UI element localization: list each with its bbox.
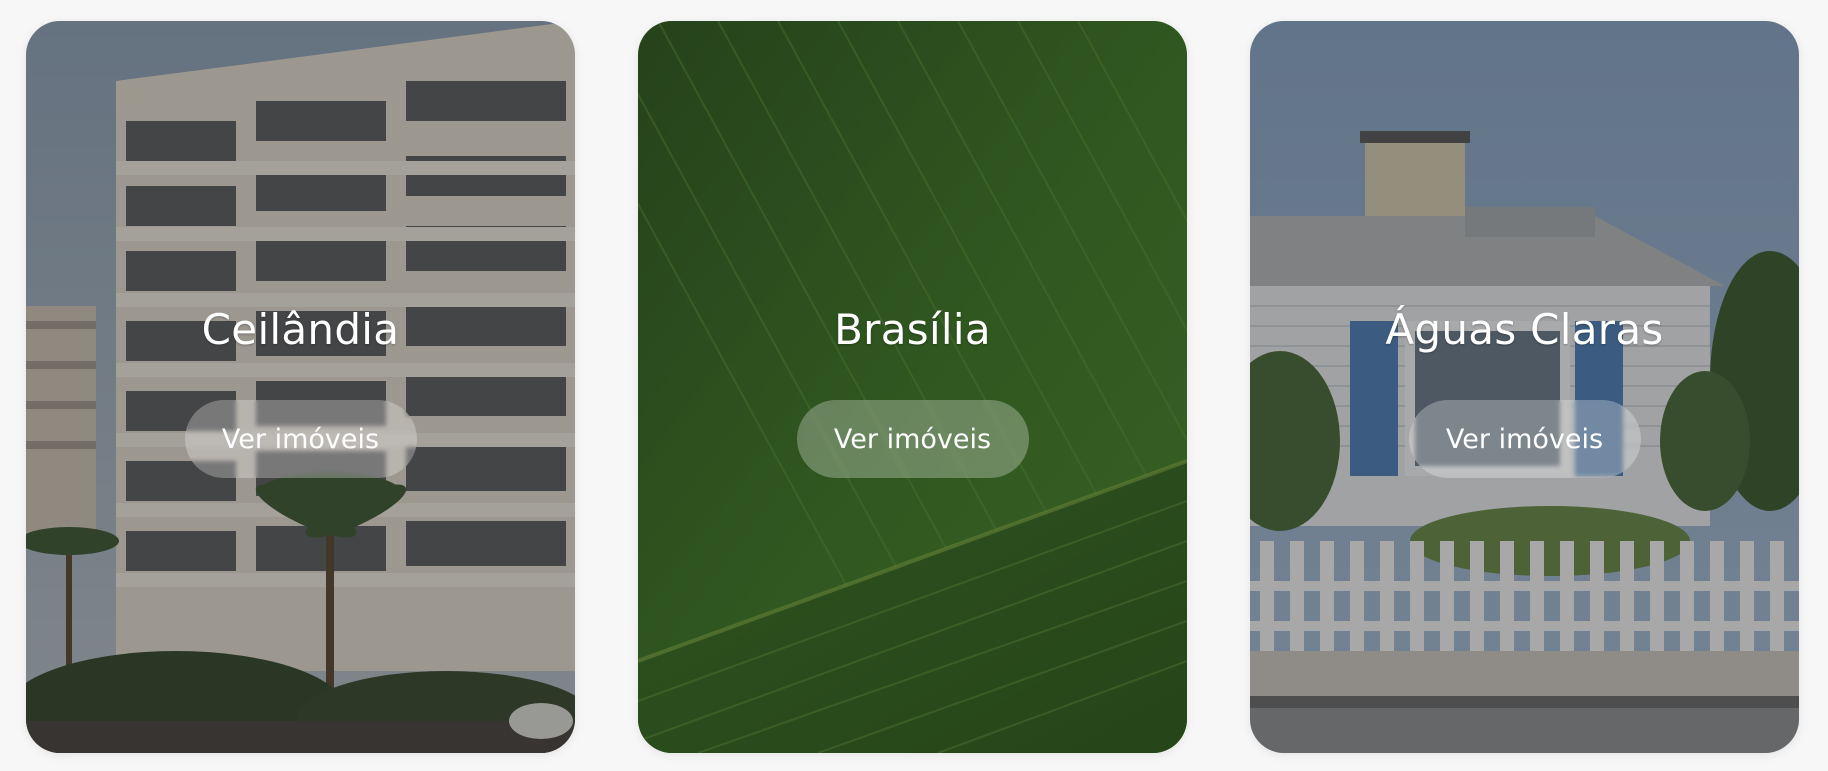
city-cards-row: Ceilândia Ver imóveis Brasília Ver imóve… xyxy=(26,21,1799,753)
city-card-aguas-claras[interactable]: Águas Claras Ver imóveis xyxy=(1250,21,1799,753)
city-name-title: Ceilândia xyxy=(201,305,400,354)
ver-imoveis-button[interactable]: Ver imóveis xyxy=(796,400,1029,478)
city-name-title: Águas Claras xyxy=(1385,305,1664,354)
card-content: Brasília Ver imóveis xyxy=(638,305,1187,478)
city-name-title: Brasília xyxy=(834,305,991,354)
ver-imoveis-button[interactable]: Ver imóveis xyxy=(1408,400,1641,478)
city-card-brasilia[interactable]: Brasília Ver imóveis xyxy=(638,21,1187,753)
city-card-ceilandia[interactable]: Ceilândia Ver imóveis xyxy=(26,21,575,753)
ver-imoveis-button[interactable]: Ver imóveis xyxy=(184,400,417,478)
card-content: Águas Claras Ver imóveis xyxy=(1250,305,1799,478)
card-content: Ceilândia Ver imóveis xyxy=(26,305,575,478)
